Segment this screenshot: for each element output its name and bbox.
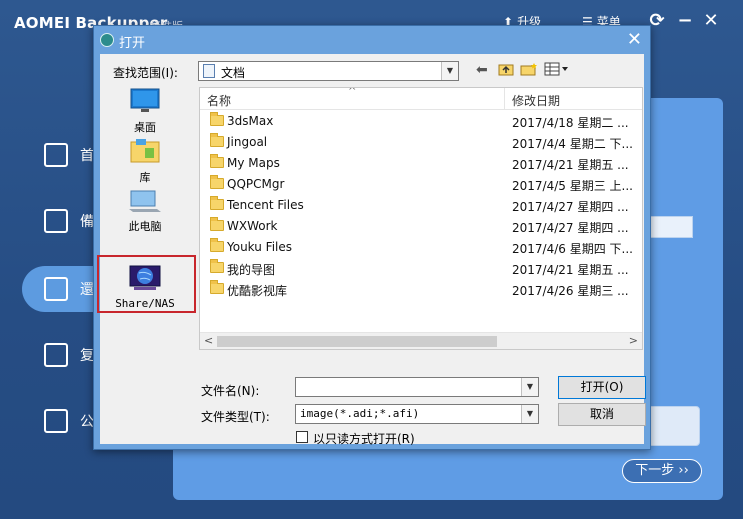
nav-label: 公 [80, 414, 94, 430]
scroll-left-arrow-icon[interactable]: < [204, 334, 213, 347]
close-icon[interactable]: ✕ [627, 29, 642, 50]
file-list[interactable]: ^ 名称 修改日期 3dsMax 2017/4/18 星期二 ... Jingo… [199, 87, 643, 350]
file-date: 2017/4/26 星期三 ... [512, 284, 629, 298]
place-this-pc[interactable]: 此电脑 [100, 189, 190, 234]
readonly-label[interactable]: 以只读方式打开(R) [313, 430, 415, 447]
file-date: 2017/4/6 星期四 下... [512, 242, 633, 256]
folder-icon [210, 175, 224, 189]
file-date: 2017/4/21 星期五 ... [512, 263, 629, 277]
readonly-checkbox[interactable] [296, 431, 308, 443]
folder-icon [210, 217, 224, 231]
documents-folder-icon [203, 64, 215, 78]
new-folder-icon[interactable] [520, 62, 538, 80]
column-header-date[interactable]: 修改日期 [512, 92, 560, 109]
utilities-icon [44, 409, 68, 433]
file-date: 2017/4/4 星期二 下... [512, 137, 633, 151]
aomei-app-icon [100, 33, 114, 47]
selection-highlight-box [97, 255, 196, 313]
places-bar: 桌面 库 此电脑 Share/NAS [97, 86, 196, 356]
folder-icon [210, 154, 224, 168]
next-button[interactable]: 下一步 ›› [622, 459, 702, 483]
file-row[interactable]: Youku Files 2017/4/6 星期四 下... [200, 237, 642, 258]
dialog-title: 打开 [119, 36, 146, 51]
look-in-combo[interactable]: 文档 ▼ [198, 61, 459, 81]
minimize-icon[interactable]: − [673, 10, 697, 31]
place-desktop[interactable]: 桌面 [100, 88, 190, 135]
file-name: Youku Files [227, 240, 293, 254]
cancel-button[interactable]: 取消 [558, 403, 646, 426]
open-button[interactable]: 打开(O) [558, 376, 646, 399]
column-header-name[interactable]: 名称 [207, 92, 231, 109]
file-name: My Maps [227, 156, 280, 170]
chevron-down-icon[interactable]: ▼ [441, 62, 458, 80]
file-date: 2017/4/5 星期三 上... [512, 179, 633, 193]
folder-icon [210, 196, 224, 210]
clone-icon [44, 343, 68, 367]
file-row[interactable]: 优酷影视库 2017/4/26 星期三 ... [200, 279, 642, 300]
chevron-down-icon[interactable]: ▼ [521, 405, 538, 423]
scrollbar-thumb[interactable] [217, 336, 497, 347]
file-date: 2017/4/21 星期五 ... [512, 158, 629, 172]
library-icon [100, 138, 190, 167]
folder-icon [210, 280, 224, 294]
column-separator[interactable] [504, 88, 505, 110]
folder-icon [210, 112, 224, 126]
file-name: Jingoal [227, 135, 268, 149]
file-name: 优酷影视库 [227, 284, 288, 298]
scroll-right-arrow-icon[interactable]: > [629, 334, 638, 347]
nav-label: 复 [80, 348, 94, 364]
filename-label: 文件名(N): [201, 384, 260, 398]
folder-icon [210, 133, 224, 147]
folder-icon [210, 259, 224, 273]
nav-label: 還 [80, 282, 94, 298]
place-label: 此电脑 [128, 220, 162, 233]
restore-icon [44, 277, 68, 301]
look-in-label: 查找范围(I): [113, 66, 178, 80]
file-row[interactable]: QQPCMgr 2017/4/5 星期三 上... [200, 174, 642, 195]
file-name: QQPCMgr [227, 177, 285, 191]
back-arrow-icon[interactable]: ⬅ [476, 62, 488, 78]
file-row[interactable]: WXWork 2017/4/27 星期四 ... [200, 216, 642, 237]
filetype-select[interactable]: image(*.adi;*.afi) ▼ [295, 404, 539, 424]
file-row[interactable]: Tencent Files 2017/4/27 星期四 ... [200, 195, 642, 216]
file-row[interactable]: Jingoal 2017/4/4 星期二 下... [200, 132, 642, 153]
place-label: 桌面 [134, 121, 156, 134]
up-folder-icon[interactable] [498, 62, 514, 80]
filetype-label: 文件类型(T): [201, 410, 270, 424]
file-date: 2017/4/27 星期四 ... [512, 221, 629, 235]
backup-icon [44, 209, 68, 233]
nav-label: 首 [80, 148, 94, 164]
open-file-dialog: 打开 ✕ 查找范围(I): 文档 ▼ ⬅ 桌面 库 此电脑 Share/NAS … [93, 25, 651, 450]
close-icon[interactable]: ✕ [699, 10, 723, 31]
desktop-icon [100, 88, 190, 117]
file-name: 3dsMax [227, 114, 274, 128]
file-row[interactable]: 我的导图 2017/4/21 星期五 ... [200, 258, 642, 279]
dialog-body: 查找范围(I): 文档 ▼ ⬅ 桌面 库 此电脑 Share/NAS ^ 名称 … [97, 54, 646, 447]
dialog-titlebar[interactable]: 打开 ✕ [94, 26, 650, 54]
horizontal-scrollbar[interactable]: < > [200, 332, 642, 349]
file-row[interactable]: My Maps 2017/4/21 星期五 ... [200, 153, 642, 174]
file-row[interactable]: 3dsMax 2017/4/18 星期二 ... [200, 111, 642, 132]
place-library[interactable]: 库 [100, 138, 190, 185]
file-date: 2017/4/18 星期二 ... [512, 116, 629, 130]
filetype-value: image(*.adi;*.afi) [300, 407, 420, 420]
file-name: WXWork [227, 219, 278, 233]
view-menu-icon[interactable] [544, 62, 570, 80]
home-icon [44, 143, 68, 167]
folder-icon [210, 238, 224, 252]
column-separator[interactable] [642, 88, 643, 110]
chevron-down-icon[interactable]: ▼ [521, 378, 538, 396]
file-date: 2017/4/27 星期四 ... [512, 200, 629, 214]
filename-input[interactable]: ▼ [295, 377, 539, 397]
look-in-value: 文档 [221, 66, 246, 80]
nav-label: 備 [80, 214, 94, 230]
file-name: Tencent Files [227, 198, 304, 212]
sort-ascending-icon: ^ [348, 87, 357, 97]
computer-icon [100, 189, 190, 216]
file-list-header: ^ 名称 修改日期 [200, 88, 642, 110]
place-label: 库 [139, 171, 151, 184]
file-name: 我的导图 [227, 263, 276, 277]
